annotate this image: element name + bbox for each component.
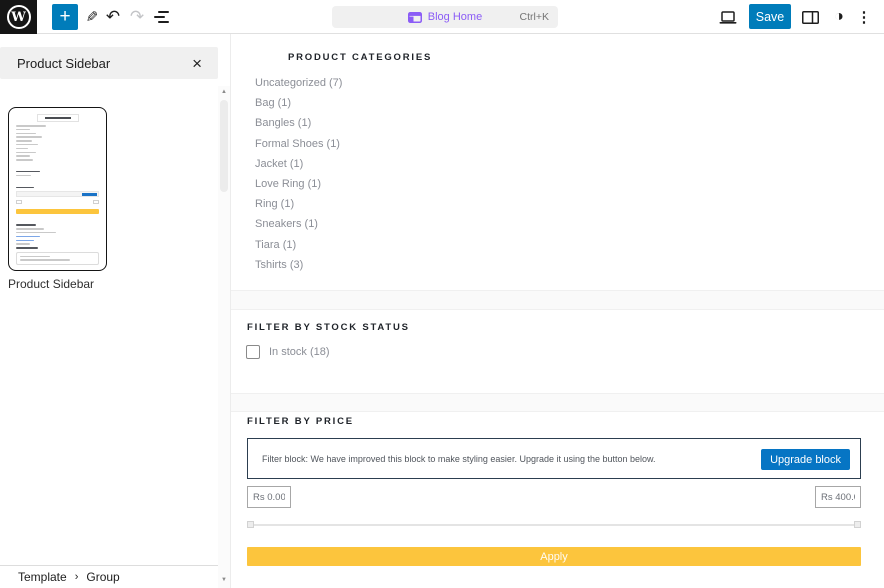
slider-track: [247, 524, 861, 526]
preview-device-icon[interactable]: [716, 0, 740, 34]
category-link[interactable]: Sneakers (1): [255, 218, 318, 230]
command-shortcut: Ctrl+K: [520, 6, 549, 28]
wordpress-logo-icon: W: [7, 5, 31, 29]
category-list: Uncategorized (7) Bag (1) Bangles (1) Fo…: [255, 73, 342, 275]
category-item: Sneakers (1): [255, 214, 342, 234]
slider-handle-min[interactable]: [247, 521, 254, 528]
template-part-name: Product Sidebar: [8, 277, 94, 291]
price-range-slider: [247, 521, 861, 529]
wordpress-logo-button[interactable]: W: [0, 0, 37, 34]
template-part-panel: Product Sidebar ×: [0, 34, 230, 588]
laptop-glyph: [719, 11, 737, 24]
command-palette-label: Blog Home: [428, 11, 482, 23]
site-editor: W + ✎ ↶ ↷ Blog Home Ctrl+K: [0, 0, 884, 588]
panel-header: Product Sidebar ×: [0, 47, 218, 79]
in-stock-checkbox[interactable]: [246, 345, 260, 359]
settings-sidebar-icon[interactable]: [798, 0, 822, 34]
category-item: Bag (1): [255, 93, 342, 113]
list-view-icon[interactable]: [149, 0, 173, 34]
stock-filter-block: FILTER BY STOCK STATUS In stock (18): [231, 310, 884, 393]
block-inserter-button[interactable]: +: [52, 4, 78, 30]
min-price-input[interactable]: [247, 486, 291, 508]
category-link[interactable]: Ring (1): [255, 198, 294, 210]
apply-button[interactable]: Apply: [247, 547, 861, 566]
category-link[interactable]: Uncategorized (7): [255, 77, 342, 89]
category-link[interactable]: Tshirts (3): [255, 259, 303, 271]
command-palette-bar[interactable]: Blog Home Ctrl+K: [332, 6, 558, 28]
breadcrumb: Template › Group: [0, 565, 218, 588]
scroll-up-icon[interactable]: ▲: [218, 86, 230, 98]
category-item: Tiara (1): [255, 235, 342, 255]
slider-handle-max[interactable]: [854, 521, 861, 528]
upgrade-notice: Filter block: We have improved this bloc…: [247, 438, 861, 479]
upgrade-notice-text: Filter block: We have improved this bloc…: [262, 439, 656, 478]
product-categories-block: PRODUCT CATEGORIES Uncategorized (7) Bag…: [231, 34, 884, 290]
category-link[interactable]: Bangles (1): [255, 117, 311, 129]
price-filter-heading: FILTER BY PRICE: [247, 416, 354, 427]
category-item: Tshirts (3): [255, 255, 342, 275]
chevron-right-icon: ›: [75, 571, 79, 583]
category-link[interactable]: Bag (1): [255, 97, 291, 109]
thumb-heading: [37, 114, 79, 122]
category-item: Love Ring (1): [255, 174, 342, 194]
breadcrumb-template[interactable]: Template: [18, 570, 67, 584]
editor-topbar: W + ✎ ↶ ↷ Blog Home Ctrl+K: [0, 0, 884, 34]
list-view-glyph: [154, 11, 169, 23]
in-stock-label: In stock (18): [269, 346, 330, 358]
price-filter-block: FILTER BY PRICE Filter block: We have im…: [231, 412, 884, 588]
category-item: Ring (1): [255, 194, 342, 214]
stock-checkbox-row: In stock (18): [246, 345, 330, 359]
category-item: Jacket (1): [255, 154, 342, 174]
breadcrumb-group[interactable]: Group: [86, 570, 119, 584]
options-menu-icon[interactable]: ⋮: [852, 0, 876, 34]
category-link[interactable]: Tiara (1): [255, 239, 296, 251]
category-link[interactable]: Love Ring (1): [255, 178, 321, 190]
columns-glyph: [802, 11, 819, 24]
editor-canvas: PRODUCT CATEGORIES Uncategorized (7) Bag…: [230, 34, 884, 588]
thumb-price-inputs: [16, 200, 99, 205]
category-item: Uncategorized (7): [255, 73, 342, 93]
block-gap: [231, 290, 884, 310]
scrollbar-thumb[interactable]: [220, 100, 228, 192]
styles-icon[interactable]: ◑: [827, 0, 851, 34]
panel-scrollbar[interactable]: ▲ ▼: [218, 86, 230, 588]
product-categories-heading: PRODUCT CATEGORIES: [288, 52, 432, 63]
thumb-search-box: [16, 252, 99, 265]
thumb-notice: [16, 191, 99, 197]
redo-icon: ↷: [125, 0, 149, 34]
category-item: Bangles (1): [255, 113, 342, 133]
scroll-down-icon[interactable]: ▼: [218, 574, 230, 586]
category-link[interactable]: Formal Shoes (1): [255, 138, 340, 150]
max-price-input[interactable]: [815, 486, 861, 508]
block-gap: [231, 393, 884, 412]
upgrade-block-button[interactable]: Upgrade block: [761, 449, 850, 470]
template-icon: [408, 12, 422, 23]
price-inputs-row: [247, 486, 861, 508]
template-part-thumbnail[interactable]: [8, 107, 107, 271]
panel-title: Product Sidebar: [17, 56, 188, 71]
category-link[interactable]: Jacket (1): [255, 158, 303, 170]
stock-filter-heading: FILTER BY STOCK STATUS: [247, 322, 410, 333]
save-button[interactable]: Save: [749, 4, 791, 29]
undo-icon[interactable]: ↶: [101, 0, 125, 34]
close-icon[interactable]: ×: [188, 53, 206, 74]
category-item: Formal Shoes (1): [255, 134, 342, 154]
